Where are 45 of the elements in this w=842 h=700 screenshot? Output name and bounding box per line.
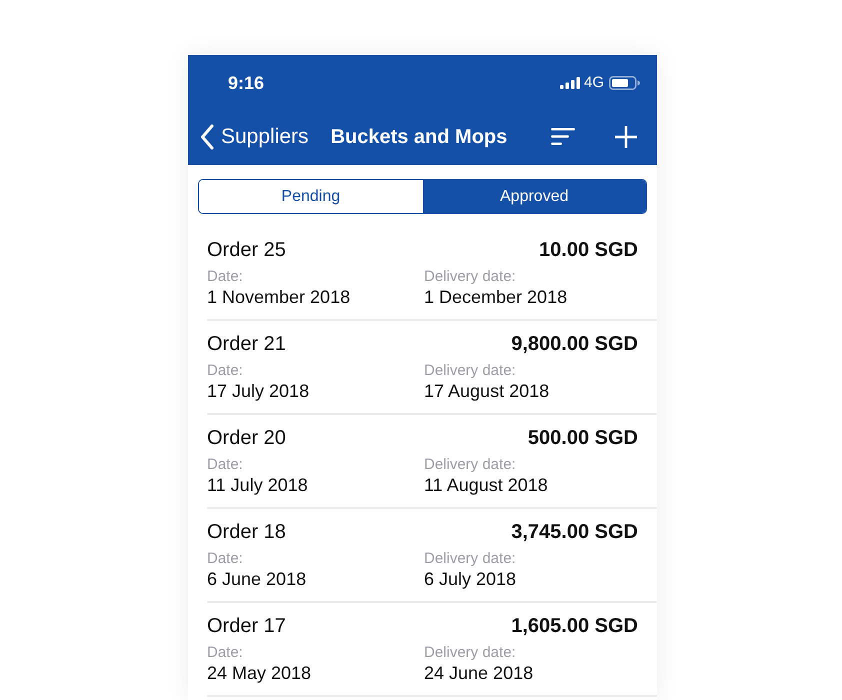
segment-tab[interactable]: Approved bbox=[422, 180, 646, 213]
network-type: 4G bbox=[584, 74, 604, 90]
delivery-date-label: Delivery date: bbox=[424, 362, 517, 380]
order-title: Order 20 bbox=[207, 426, 286, 450]
order-date: 24 May 2018 bbox=[207, 662, 312, 684]
delivery-date-label: Delivery date: bbox=[424, 644, 517, 662]
date-label: Date: bbox=[207, 644, 244, 662]
delivery-date-label: Delivery date: bbox=[424, 456, 517, 474]
order-title: Order 17 bbox=[207, 614, 286, 638]
screen-title: Buckets and Mops bbox=[330, 124, 508, 150]
battery-icon bbox=[609, 76, 640, 90]
date-label: Date: bbox=[207, 362, 244, 380]
delivery-date: 24 June 2018 bbox=[424, 662, 534, 684]
delivery-date: 1 December 2018 bbox=[424, 286, 568, 308]
delivery-date: 6 July 2018 bbox=[424, 568, 518, 590]
back-button[interactable]: Suppliers bbox=[200, 124, 309, 150]
date-label: Date: bbox=[207, 550, 244, 568]
order-amount: 9,800.00 SGD bbox=[511, 332, 638, 356]
order-title: Order 18 bbox=[207, 520, 286, 544]
order-date: 1 November 2018 bbox=[207, 286, 352, 308]
order-amount: 3,745.00 SGD bbox=[511, 520, 638, 544]
order-row[interactable]: Order 18 3,745.00 SGD Date: Delivery date: 6 June 2018 6 July 2018 bbox=[207, 509, 657, 603]
delivery-date: 11 August 2018 bbox=[424, 474, 549, 496]
add-icon[interactable] bbox=[615, 126, 637, 148]
order-amount: 1,605.00 SGD bbox=[511, 614, 638, 638]
order-title: Order 21 bbox=[207, 332, 286, 356]
order-row[interactable]: Order 25 10.00 SGD Date: Delivery date: 1 November 2018 1 December 2018 bbox=[207, 227, 657, 321]
order-date: 6 June 2018 bbox=[207, 568, 308, 590]
order-row[interactable]: Order 21 9,800.00 SGD Date: Delivery date: 17 July 2018 17 August 2018 bbox=[207, 321, 657, 415]
signal-icon bbox=[560, 76, 580, 88]
chevron-left-icon bbox=[200, 124, 214, 150]
order-title: Order 25 bbox=[207, 238, 286, 262]
order-date: 17 July 2018 bbox=[207, 380, 310, 402]
delivery-date-label: Delivery date: bbox=[424, 550, 517, 568]
date-label: Date: bbox=[207, 456, 244, 474]
status-time: 9:16 bbox=[228, 72, 264, 92]
delivery-date-label: Delivery date: bbox=[424, 268, 517, 286]
order-date: 11 July 2018 bbox=[207, 474, 309, 496]
delivery-date: 17 August 2018 bbox=[424, 380, 550, 402]
order-row[interactable]: Order 17 1,605.00 SGD Date: Delivery date: 24 May 2018 24 June 2018 bbox=[207, 603, 657, 697]
order-amount: 10.00 SGD bbox=[539, 238, 638, 262]
sort-icon[interactable] bbox=[551, 128, 575, 145]
order-amount: 500.00 SGD bbox=[528, 426, 638, 450]
order-row[interactable]: Order 20 500.00 SGD Date: Delivery date: 11 July 2018 11 August 2018 bbox=[207, 415, 657, 509]
date-label: Date: bbox=[207, 268, 244, 286]
